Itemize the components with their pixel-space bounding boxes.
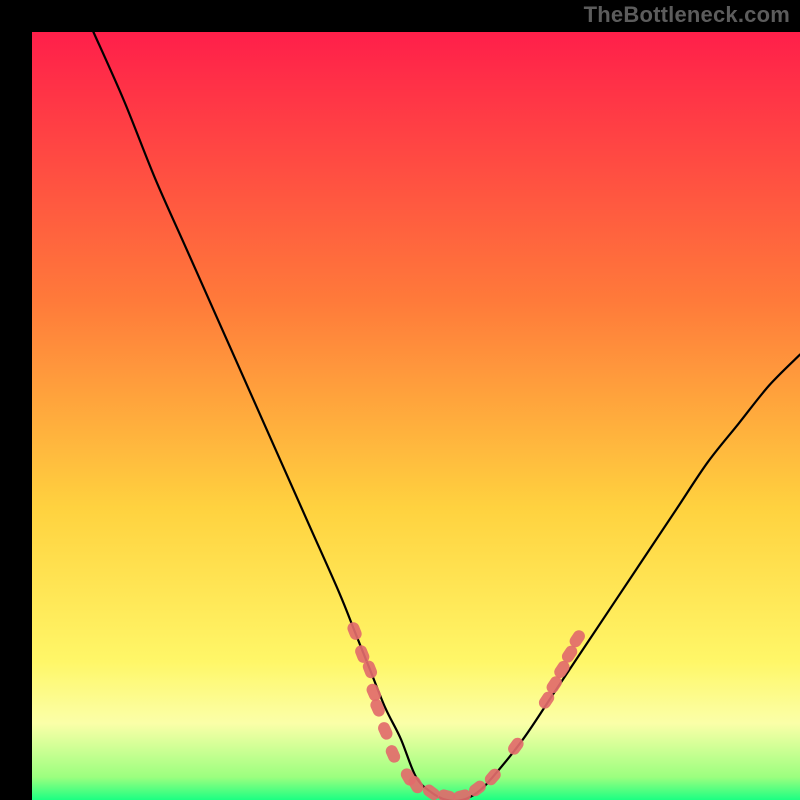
watermark-text: TheBottleneck.com <box>584 2 790 28</box>
chart-frame <box>16 16 784 784</box>
bottleneck-chart <box>32 32 800 800</box>
gradient-background <box>32 32 800 800</box>
